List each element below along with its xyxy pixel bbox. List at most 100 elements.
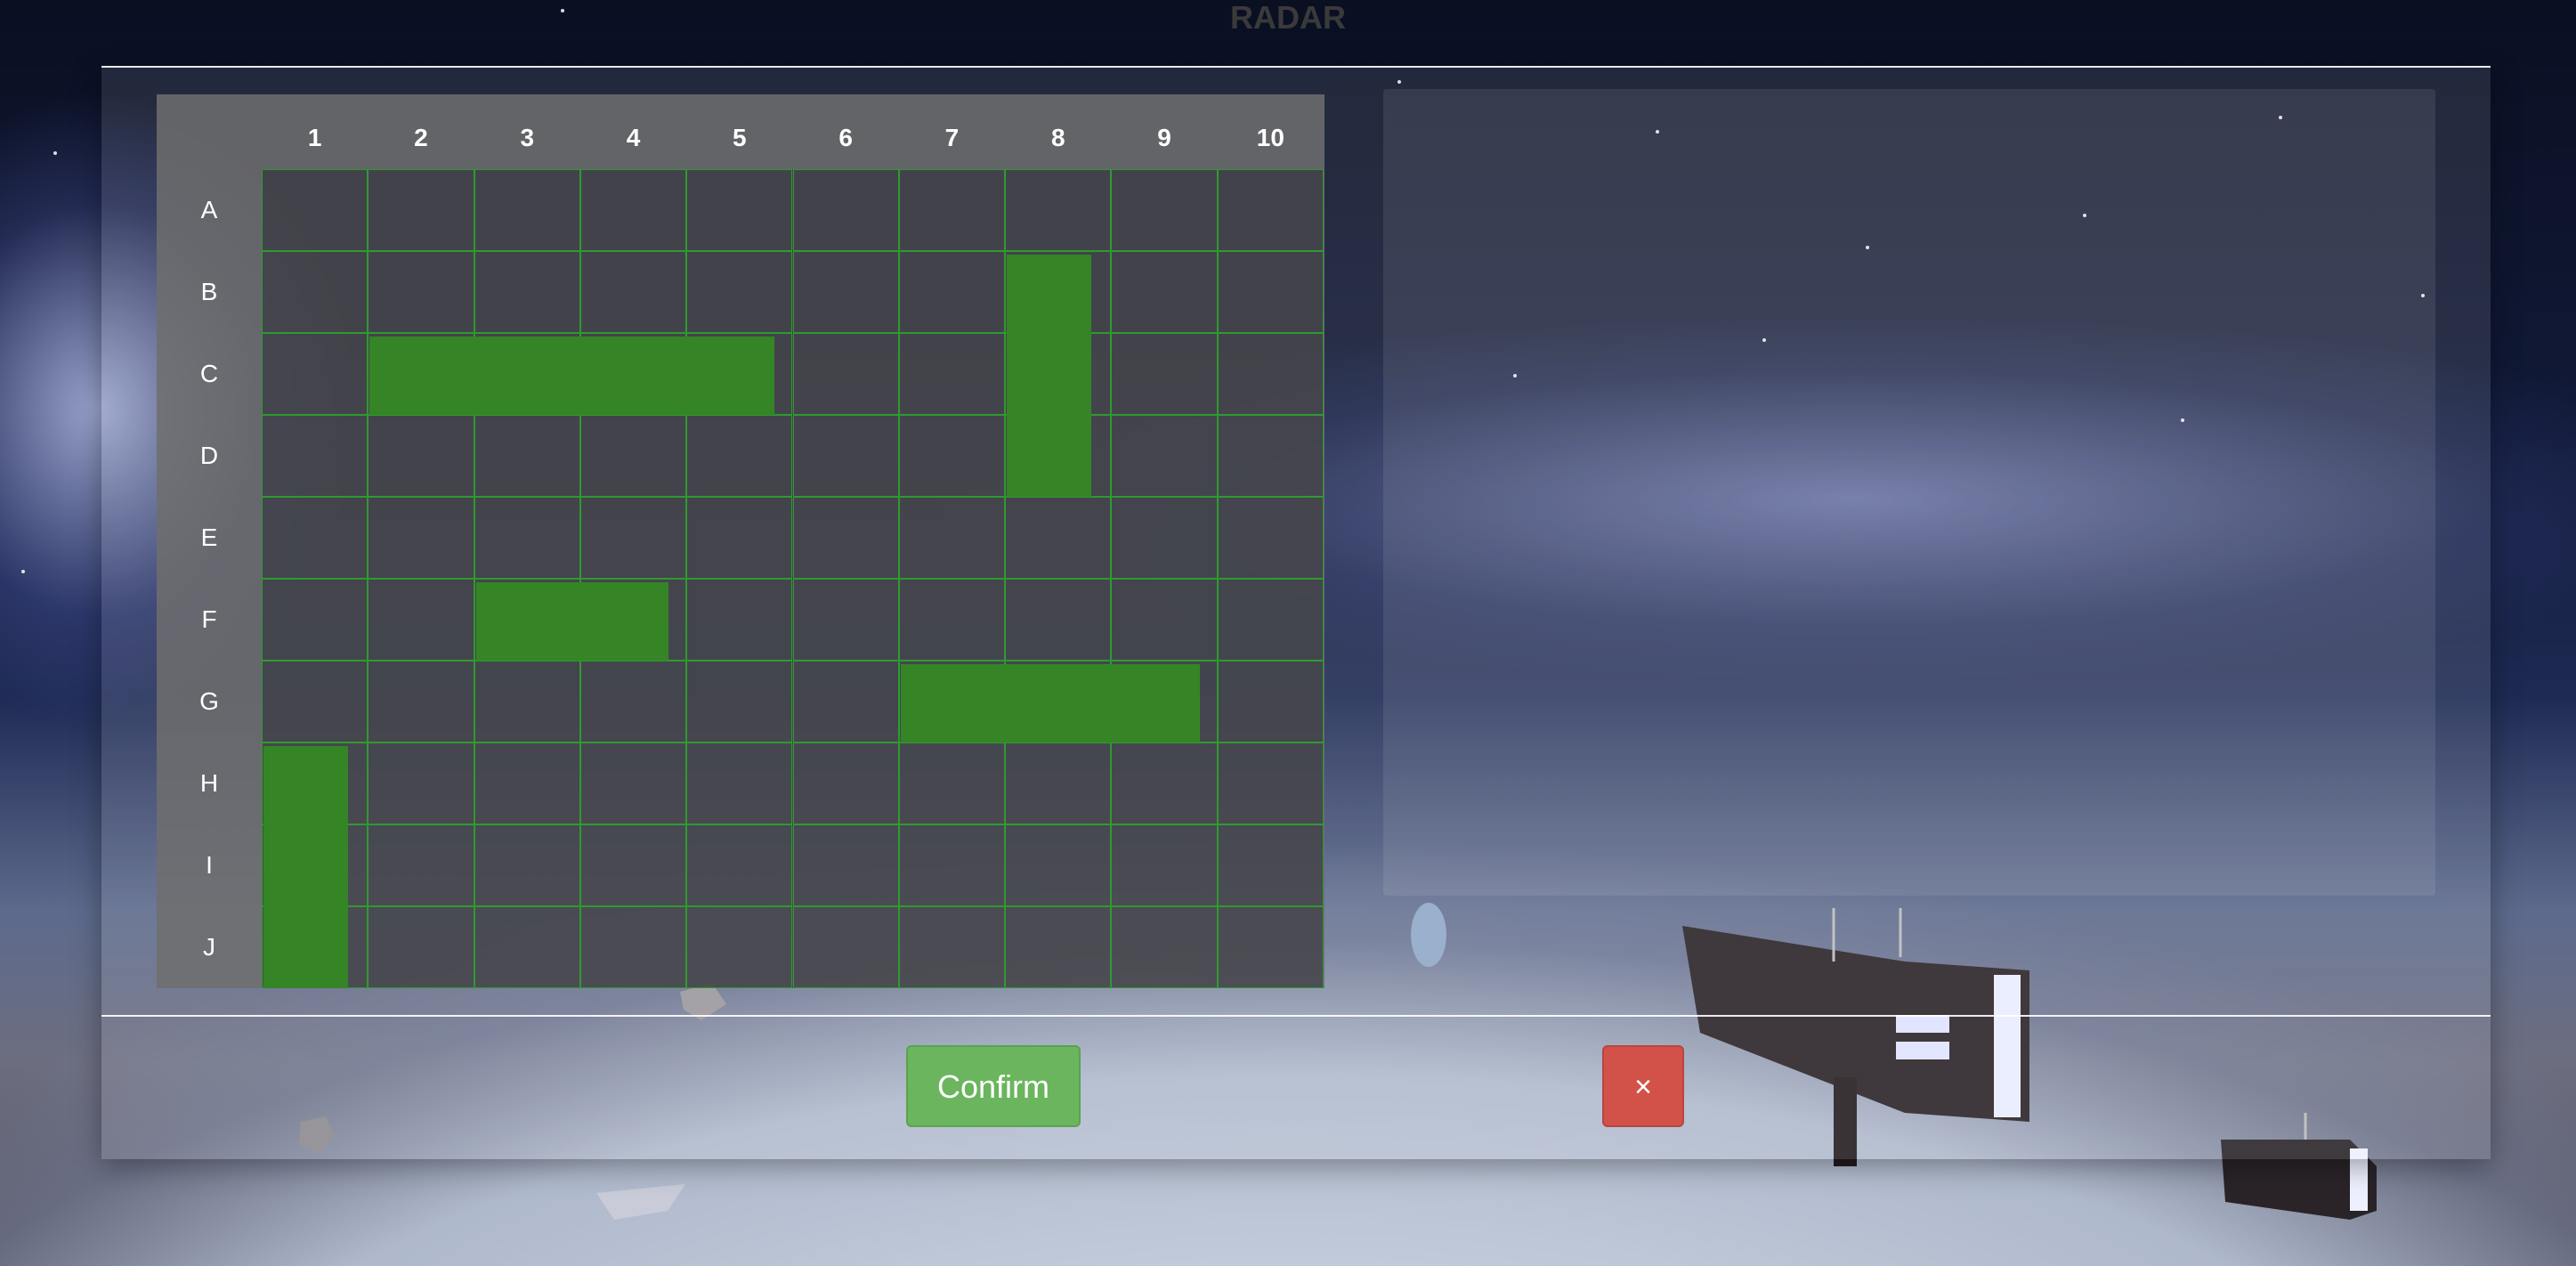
board-cell[interactable] [898,824,1006,906]
board-cell[interactable] [792,906,899,988]
board-cell[interactable] [474,169,580,251]
board-cell[interactable] [1217,415,1324,497]
board-cell[interactable] [898,415,1006,497]
board-cell[interactable] [792,169,899,251]
board-cell[interactable] [262,579,369,661]
board-cell[interactable] [1005,497,1112,579]
board-cell[interactable] [1005,906,1112,988]
board-cell[interactable] [262,661,369,743]
board-cell[interactable] [1111,169,1218,251]
board-cell[interactable] [1111,251,1218,333]
board-cell[interactable] [1005,169,1112,251]
board-cell[interactable] [1217,906,1324,988]
board-cell[interactable] [474,251,580,333]
board-cell[interactable] [368,251,474,333]
board-cell[interactable] [792,251,899,333]
board-cell[interactable] [474,743,580,824]
board-cell[interactable] [792,661,899,743]
board-cell[interactable] [686,169,793,251]
board-cell[interactable] [579,824,687,906]
confirm-button[interactable]: Confirm [906,1045,1081,1127]
board-cell[interactable] [898,497,1006,579]
board-cell[interactable] [474,415,580,497]
board-cell[interactable] [579,743,687,824]
board-cell[interactable] [898,579,1006,661]
board-cell[interactable] [474,497,580,579]
board-cell[interactable] [1111,333,1218,415]
board-cell[interactable] [368,906,474,988]
board-cell[interactable] [686,661,793,743]
board-cell[interactable] [792,497,899,579]
board-cell[interactable] [898,251,1006,333]
board-cell[interactable] [1111,906,1218,988]
board-cell[interactable] [898,333,1006,415]
board-cell[interactable] [1111,415,1218,497]
board-cell[interactable] [686,743,793,824]
board-cell[interactable] [579,497,687,579]
board-cell[interactable] [579,661,687,743]
board-cell[interactable] [368,743,474,824]
board-cell[interactable] [1217,579,1324,661]
board-cell[interactable] [262,169,369,251]
board-cell[interactable] [474,661,580,743]
ship[interactable] [1007,255,1092,497]
board-cell[interactable] [898,743,1006,824]
board-cell[interactable] [368,824,474,906]
board-cell[interactable] [1111,824,1218,906]
board-cell[interactable] [579,906,687,988]
board-cell[interactable] [1217,251,1324,333]
close-button[interactable]: × [1602,1045,1684,1127]
board-cell[interactable] [686,251,793,333]
board-cell[interactable] [262,251,369,333]
board-cell[interactable] [1217,661,1324,743]
board-cell[interactable] [1217,497,1324,579]
ship[interactable] [475,582,669,661]
board-cell[interactable] [474,906,580,988]
column-label: 8 [1050,124,1065,151]
row-label: F [201,605,217,633]
board-cell[interactable] [368,579,474,661]
board-cell[interactable] [1217,824,1324,906]
ship[interactable] [263,746,349,988]
ship[interactable] [369,337,775,415]
board-cell[interactable] [1111,579,1218,661]
board-cell[interactable] [1005,743,1112,824]
board-cell[interactable] [1111,497,1218,579]
board-cell[interactable] [474,824,580,906]
board-cell[interactable] [1005,824,1112,906]
board-cell[interactable] [1217,333,1324,415]
column-label: 5 [733,124,747,151]
board-cell[interactable] [262,497,369,579]
board-cell[interactable] [1005,579,1112,661]
fighter-icon [596,1184,685,1220]
board-cell[interactable] [792,743,899,824]
board-cell[interactable] [368,415,474,497]
board-cell[interactable] [898,169,1006,251]
board-cell[interactable] [686,824,793,906]
board-cell[interactable] [792,333,899,415]
board-cell[interactable] [368,497,474,579]
board-cell[interactable] [262,415,369,497]
board-cell[interactable] [792,824,899,906]
row-label: B [200,278,218,305]
ship[interactable] [900,664,1200,743]
row-label: J [203,933,215,961]
board-cell[interactable] [579,415,687,497]
column-label: 3 [520,124,535,151]
board-cell[interactable] [579,251,687,333]
board-cell[interactable] [686,497,793,579]
board-cell[interactable] [686,906,793,988]
board-cell[interactable] [1217,169,1324,251]
board-cell[interactable] [1111,743,1218,824]
board-cell[interactable] [1217,743,1324,824]
board-cell[interactable] [368,169,474,251]
board-cell[interactable] [792,415,899,497]
board-cell[interactable] [262,333,369,415]
board-grid[interactable] [262,169,1324,988]
board-cell[interactable] [686,415,793,497]
board-cell[interactable] [579,169,687,251]
board-cell[interactable] [368,661,474,743]
board-cell[interactable] [898,906,1006,988]
board-cell[interactable] [686,579,793,661]
board-cell[interactable] [792,579,899,661]
